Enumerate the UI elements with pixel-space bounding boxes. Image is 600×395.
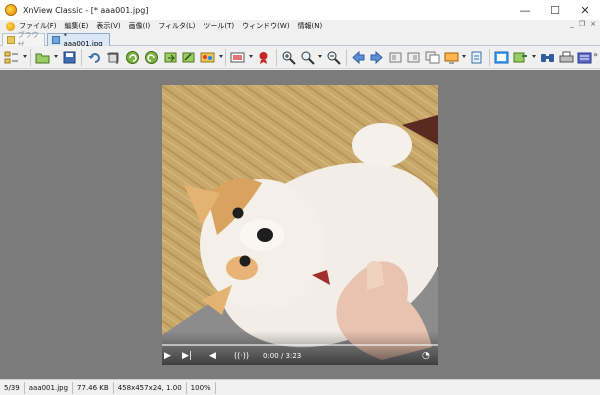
menu-filter[interactable]: フィルタ(L): [158, 21, 195, 31]
status-zoom: 100%: [187, 381, 216, 394]
menu-tools[interactable]: ツール(T): [203, 21, 234, 31]
video-time-label: 0:00 / 3:23: [263, 352, 302, 360]
app-window: XnView Classic - [* aaa001.jpg] — ☐ ✕ ファ…: [0, 0, 600, 395]
rotate-left-icon[interactable]: [125, 50, 140, 65]
child-minimize-button[interactable]: _: [570, 20, 574, 28]
menu-window[interactable]: ウィンドウ(W): [242, 21, 289, 31]
video-cast-icon[interactable]: ((·)): [234, 351, 249, 360]
video-progress-bar[interactable]: [162, 344, 438, 346]
close-button[interactable]: ✕: [570, 0, 600, 20]
save-icon[interactable]: [62, 50, 77, 65]
video-play-icon[interactable]: ▶: [164, 351, 171, 361]
status-bar: 5/39 aaa001.jpg 77.46 KB 458x457x24, 1.0…: [0, 379, 600, 395]
status-dimensions: 458x457x24, 1.00: [114, 381, 187, 394]
image-viewer[interactable]: ▶ ▶| ◀ ((·)) 0:00 / 3:23 ◔: [0, 70, 600, 379]
child-close-button[interactable]: ×: [590, 20, 596, 28]
zoom-menu-icon[interactable]: [300, 50, 315, 65]
edit-icon[interactable]: [181, 50, 196, 65]
xnview-logo-icon: [5, 4, 17, 16]
menu-info[interactable]: 情報(N): [298, 21, 323, 31]
folder-icon: [7, 36, 15, 44]
video-controls: ▶ ▶| ◀ ((·)) 0:00 / 3:23 ◔: [162, 331, 438, 365]
scan-icon[interactable]: [577, 50, 592, 65]
zoom-out-icon[interactable]: [326, 50, 341, 65]
tab-browser[interactable]: ブラウザ: [2, 31, 45, 49]
video-speed-icon[interactable]: ◔: [422, 351, 430, 361]
fullscreen-icon[interactable]: [494, 50, 509, 65]
next-icon[interactable]: [369, 50, 384, 65]
window-title: XnView Classic - [* aaa001.jpg]: [23, 5, 149, 15]
browser-mode-icon[interactable]: [4, 50, 19, 65]
status-filesize: 77.46 KB: [73, 381, 114, 394]
image-file-icon: [52, 36, 61, 44]
zoom-in-icon[interactable]: [281, 50, 296, 65]
tab-image[interactable]: * aaa001.jpg: [47, 32, 110, 48]
minimize-button[interactable]: —: [510, 0, 540, 20]
video-volume-icon[interactable]: ◀: [209, 351, 216, 361]
photo-shiba-inu-video-frame: ▶ ▶| ◀ ((·)) 0:00 / 3:23 ◔: [162, 85, 438, 365]
color-adjust-icon[interactable]: [200, 50, 215, 65]
child-restore-button[interactable]: ❐: [579, 20, 585, 28]
rotate-right-icon[interactable]: [144, 50, 159, 65]
menu-bar: ファイル(F) 編集(E) 表示(V) 画像(I) フィルタ(L) ツール(T)…: [0, 20, 600, 32]
tab-bar: ブラウザ * aaa001.jpg: [0, 31, 600, 49]
slideshow-icon[interactable]: [230, 50, 245, 65]
document-menu-icon[interactable]: [6, 21, 15, 31]
find-icon[interactable]: [540, 50, 555, 65]
status-filename: aaa001.jpg: [25, 381, 74, 394]
capture-icon[interactable]: [444, 50, 459, 65]
settings-icon[interactable]: [469, 50, 484, 65]
maximize-button[interactable]: ☐: [540, 0, 570, 20]
video-next-icon[interactable]: ▶|: [182, 351, 192, 361]
title-bar[interactable]: XnView Classic - [* aaa001.jpg] — ☐ ✕: [0, 0, 600, 20]
crop-icon[interactable]: [106, 50, 121, 65]
last-page-icon[interactable]: [406, 50, 421, 65]
convert-icon[interactable]: [513, 50, 528, 65]
copy-icon[interactable]: [425, 50, 440, 65]
status-index: 5/39: [0, 381, 25, 394]
toolbar: »: [0, 46, 600, 69]
export-icon[interactable]: [163, 50, 178, 65]
undo-icon[interactable]: [87, 50, 102, 65]
menu-edit[interactable]: 編集(E): [65, 21, 89, 31]
menu-image[interactable]: 画像(I): [129, 21, 151, 31]
previous-icon[interactable]: [351, 50, 366, 65]
print-icon[interactable]: [559, 50, 574, 65]
effects-icon[interactable]: [256, 50, 271, 65]
toolbar-overflow-icon[interactable]: »: [593, 50, 598, 59]
first-page-icon[interactable]: [388, 50, 403, 65]
open-folder-icon[interactable]: [35, 50, 50, 65]
menu-view[interactable]: 表示(V): [96, 21, 120, 31]
